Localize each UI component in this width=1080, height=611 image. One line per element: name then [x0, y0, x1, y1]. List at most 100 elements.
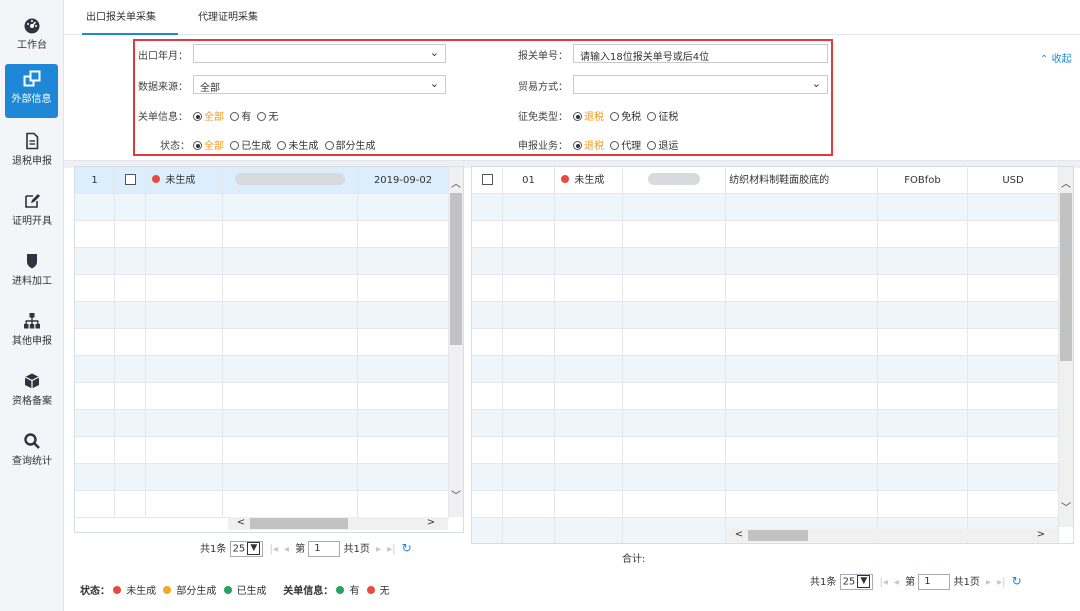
- sidebar-item-processing[interactable]: 进料加工: [0, 246, 64, 296]
- radio-tax-levy[interactable]: 征税: [647, 108, 678, 123]
- next-page-icon[interactable]: ▸: [376, 544, 381, 555]
- table-cell: [223, 410, 358, 437]
- table-cell: [726, 383, 878, 410]
- table-cell: [968, 356, 1059, 383]
- sidebar-item-external-info[interactable]: 外部信息: [5, 64, 58, 118]
- trade-mode-select[interactable]: ⌄: [573, 75, 828, 94]
- radio-status-partial[interactable]: 部分生成: [324, 137, 376, 152]
- row-checkbox[interactable]: [481, 174, 493, 185]
- scroll-left-icon[interactable]: <: [732, 529, 746, 540]
- sidebar-item-qualification[interactable]: 资格备案: [0, 366, 64, 416]
- radio-business-refund[interactable]: 退税: [573, 137, 604, 152]
- first-page-icon[interactable]: |◂: [269, 544, 277, 555]
- table-row[interactable]: [75, 356, 449, 383]
- data-source-select[interactable]: 全部 ⌄: [193, 75, 446, 94]
- page-size-select[interactable]: 25 ▼: [839, 574, 874, 590]
- table-row[interactable]: [75, 302, 449, 329]
- scroll-thumb[interactable]: [1060, 193, 1072, 361]
- radio-customs-all[interactable]: 全部: [193, 108, 224, 123]
- tab-agency-certificate[interactable]: 代理证明采集: [198, 8, 258, 23]
- table-cell: [75, 194, 115, 221]
- page-input[interactable]: 1: [308, 541, 341, 557]
- table-row[interactable]: [472, 383, 1059, 410]
- table-row[interactable]: [472, 491, 1059, 518]
- page-size-select[interactable]: 25 ▼: [229, 541, 264, 557]
- radio-tax-refund[interactable]: 退税: [573, 108, 604, 123]
- table-cell: [75, 491, 115, 518]
- refresh-icon[interactable]: ↻: [402, 541, 412, 555]
- table-row[interactable]: 01 未生成 纺织材料制鞋面胶底的 FOBfob USD: [472, 167, 1059, 194]
- tab-bar: 出口报关单采集 代理证明采集: [64, 0, 1080, 35]
- prev-page-icon[interactable]: ◂: [284, 544, 289, 555]
- right-hscrollbar[interactable]: < >: [726, 529, 1058, 542]
- left-hscrollbar[interactable]: < >: [228, 517, 448, 530]
- export-month-select[interactable]: ⌄: [193, 44, 446, 63]
- scroll-thumb[interactable]: [450, 193, 462, 345]
- scroll-down-icon[interactable]: ﹀: [449, 487, 463, 502]
- table-cell: [878, 275, 968, 302]
- last-page-icon[interactable]: ▸|: [387, 544, 395, 555]
- table-row[interactable]: [472, 329, 1059, 356]
- tab-export-declaration[interactable]: 出口报关单采集: [86, 8, 156, 23]
- scroll-right-icon[interactable]: >: [424, 517, 438, 528]
- sidebar-item-label: 证明开具: [12, 216, 52, 227]
- table-cell: [503, 464, 555, 491]
- table-row[interactable]: 1 未生成 2019-09-02: [75, 167, 449, 194]
- table-row[interactable]: [472, 356, 1059, 383]
- sidebar-item-workbench[interactable]: 工作台: [0, 10, 64, 60]
- table-cell: [472, 194, 503, 221]
- table-row[interactable]: [472, 437, 1059, 464]
- radio-status-all[interactable]: 全部: [193, 137, 224, 152]
- radio-status-not-generated[interactable]: 未生成: [277, 137, 318, 152]
- scroll-left-icon[interactable]: <: [234, 517, 248, 528]
- table-row[interactable]: [472, 275, 1059, 302]
- radio-tax-exempt[interactable]: 免税: [610, 108, 641, 123]
- sidebar-item-other-declare[interactable]: 其他申报: [0, 306, 64, 356]
- page-input[interactable]: 1: [918, 574, 951, 590]
- table-row[interactable]: [75, 437, 449, 464]
- table-row[interactable]: [472, 410, 1059, 437]
- scroll-up-icon[interactable]: ︿: [449, 175, 463, 190]
- table-cell: [75, 437, 115, 464]
- scroll-right-icon[interactable]: >: [1034, 529, 1048, 540]
- table-cell: [146, 383, 223, 410]
- row-checkbox[interactable]: [124, 174, 136, 185]
- table-row[interactable]: [75, 329, 449, 356]
- scroll-thumb[interactable]: [748, 530, 808, 541]
- declaration-no-input[interactable]: 请输入18位报关单号或后4位: [573, 44, 828, 63]
- scroll-up-icon[interactable]: ︿: [1059, 175, 1073, 190]
- table-cell: [726, 491, 878, 518]
- table-row[interactable]: [472, 194, 1059, 221]
- next-page-icon[interactable]: ▸: [986, 577, 991, 588]
- table-row[interactable]: [75, 275, 449, 302]
- table-row[interactable]: [472, 221, 1059, 248]
- radio-business-return[interactable]: 退运: [647, 137, 678, 152]
- scroll-thumb[interactable]: [250, 518, 348, 529]
- table-row[interactable]: [75, 491, 449, 518]
- radio-business-agency[interactable]: 代理: [610, 137, 641, 152]
- table-row[interactable]: [75, 383, 449, 410]
- left-vscrollbar[interactable]: ︿ ﹀: [449, 167, 463, 517]
- table-row[interactable]: [472, 464, 1059, 491]
- sidebar-item-query-stats[interactable]: 查询统计: [0, 426, 64, 476]
- refresh-icon[interactable]: ↻: [1012, 574, 1022, 588]
- collapse-button[interactable]: ⌃ 收起: [1040, 50, 1072, 65]
- sidebar-item-certificate[interactable]: 证明开具: [0, 186, 64, 236]
- table-row[interactable]: [75, 248, 449, 275]
- radio-customs-no[interactable]: 无: [257, 108, 278, 123]
- table-row[interactable]: [75, 410, 449, 437]
- table-row[interactable]: [472, 302, 1059, 329]
- right-vscrollbar[interactable]: ︿ ﹀: [1059, 167, 1073, 527]
- first-page-icon[interactable]: |◂: [879, 577, 887, 588]
- radio-customs-yes[interactable]: 有: [230, 108, 251, 123]
- scroll-down-icon[interactable]: ﹀: [1059, 499, 1073, 514]
- prev-page-icon[interactable]: ◂: [894, 577, 899, 588]
- last-page-icon[interactable]: ▸|: [997, 577, 1005, 588]
- table-row[interactable]: [75, 221, 449, 248]
- table-row[interactable]: [75, 464, 449, 491]
- table-row[interactable]: [75, 194, 449, 221]
- table-cell: [623, 329, 726, 356]
- table-row[interactable]: [472, 248, 1059, 275]
- sidebar-item-tax-refund[interactable]: 退税申报: [0, 126, 64, 176]
- radio-status-generated[interactable]: 已生成: [230, 137, 271, 152]
